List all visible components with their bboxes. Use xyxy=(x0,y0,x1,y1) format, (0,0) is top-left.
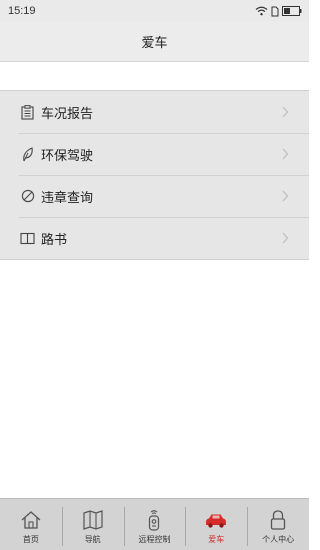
chevron-right-icon xyxy=(282,148,289,160)
chevron-right-icon xyxy=(282,232,289,244)
status-time: 15:19 xyxy=(8,5,36,17)
screen: 15:19 爱车 车况报告 环保驾驶 违章查询 路书 首页 导航 远程控制 爱车… xyxy=(0,0,309,550)
book-icon xyxy=(20,231,35,246)
nav-item-profile[interactable]: 个人中心 xyxy=(247,499,309,550)
chevron-right-icon xyxy=(282,190,289,202)
nav-label: 导航 xyxy=(84,535,101,544)
menu-item-label: 路书 xyxy=(41,232,68,248)
car-icon xyxy=(204,508,228,532)
nav-label: 首页 xyxy=(22,535,39,544)
nav-label: 远程控制 xyxy=(138,535,171,544)
status-icons xyxy=(255,6,302,17)
menu-item-violation-query[interactable]: 违章查询 xyxy=(0,175,309,217)
nav-label: 爱车 xyxy=(208,535,225,544)
menu-item-car-report[interactable]: 车况报告 xyxy=(0,91,309,133)
nav-label: 个人中心 xyxy=(262,535,295,544)
leaf-icon xyxy=(20,146,35,162)
battery-icon xyxy=(282,6,302,16)
home-icon xyxy=(19,508,43,532)
page-title: 爱车 xyxy=(141,36,168,51)
status-bar: 15:19 xyxy=(0,0,309,22)
chevron-right-icon xyxy=(282,106,289,118)
menu-item-label: 车况报告 xyxy=(41,106,94,122)
lock-icon xyxy=(266,508,290,532)
nav-item-home[interactable]: 首页 xyxy=(0,499,62,550)
map-icon xyxy=(81,508,105,532)
car-key-icon xyxy=(142,508,166,532)
nav-item-my-car[interactable]: 爱车 xyxy=(185,499,247,550)
car-menu: 车况报告 环保驾驶 违章查询 路书 xyxy=(0,90,309,260)
bottom-nav: 首页 导航 远程控制 爱车 个人中心 xyxy=(0,498,309,550)
prohibited-icon xyxy=(20,189,35,204)
menu-item-label: 违章查询 xyxy=(41,190,94,206)
nav-item-navigation[interactable]: 导航 xyxy=(61,499,124,550)
header: 爱车 xyxy=(0,22,309,62)
menu-item-eco-driving[interactable]: 环保驾驶 xyxy=(0,133,309,175)
sim-icon xyxy=(271,6,279,16)
menu-item-roadbook[interactable]: 路书 xyxy=(0,217,309,259)
nav-item-remote-control[interactable]: 远程控制 xyxy=(123,499,186,550)
clipboard-icon xyxy=(20,104,35,120)
wifi-icon xyxy=(255,6,268,16)
menu-item-label: 环保驾驶 xyxy=(41,148,94,164)
